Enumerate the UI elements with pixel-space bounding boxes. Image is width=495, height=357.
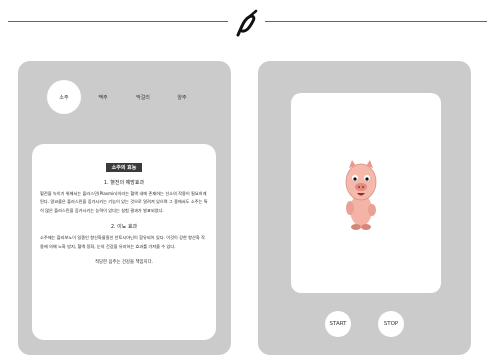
section-2-title: 2. 이뇨 효과 [110, 224, 138, 231]
card-title: 소주의 효능 [105, 163, 143, 172]
info-card: 소주의 효능 1. 혈전의 예방효과 혈전을 녹이기 위해서는 플라스민(Pla… [32, 144, 216, 340]
closing-text: 적당한 음주는 건강을 책임지다. [94, 260, 154, 266]
start-button[interactable]: START [325, 311, 351, 337]
tab-liquor[interactable]: 양주 [165, 80, 199, 114]
tab-beer[interactable]: 맥주 [86, 80, 120, 114]
section-1-title: 1. 혈전의 예방효과 [103, 180, 145, 186]
pink-pig-character [345, 160, 377, 230]
section-2-text: 소주에는 플라보노이 일종인 항산화물질인 안토시아닌이 함유되어 있다. 이것… [40, 235, 205, 249]
ribbon-logo-icon [236, 9, 258, 37]
tab-makgeolli[interactable]: 막걸리 [126, 80, 160, 114]
header-divider-left [8, 21, 228, 22]
tab-soju[interactable]: 소주 [47, 80, 81, 114]
stop-button[interactable]: STOP [378, 311, 404, 337]
header-divider-right [265, 21, 487, 22]
section-1-text: 혈전을 녹이기 위해서는 플라스민(Plasmin)이라는 혈액 내에 존재하는… [40, 191, 208, 213]
drink-tabs: 소주 맥주 막걸리 양주 [34, 80, 214, 114]
